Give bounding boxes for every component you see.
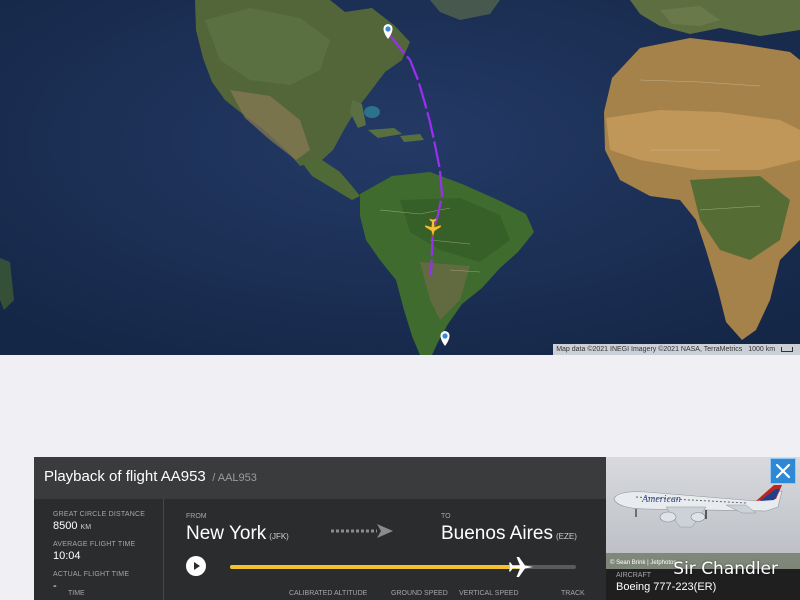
playback-progress: [230, 565, 521, 569]
close-button[interactable]: [770, 458, 796, 484]
aircraft-livery-text: American: [641, 494, 681, 505]
from-label: FROM: [186, 513, 207, 520]
aircraft-label: AIRCRAFT: [616, 572, 651, 579]
play-button[interactable]: [186, 556, 206, 576]
aircraft-type[interactable]: Boeing 777-223(ER): [616, 581, 716, 593]
panel-body: GREAT CIRCLE DISTANCE 8500 KM AVERAGE FL…: [34, 499, 606, 600]
distance-label: GREAT CIRCLE DISTANCE: [53, 511, 146, 518]
photo-credit: © Sean Brink | Jetphotos: [610, 560, 677, 566]
actual-time-label: ACTUAL FLIGHT TIME: [53, 571, 130, 578]
origin-city-name: New York: [186, 523, 267, 544]
avg-time-value: 10:04: [53, 550, 81, 562]
route-section: FROM New York (JFK) TO Buenos Aires (EZE) …: [68, 499, 586, 600]
callsign: / AAL953: [212, 472, 257, 484]
destination-city-name: Buenos Aires: [441, 523, 553, 544]
to-label: TO: [441, 513, 451, 520]
route-arrow-icon: [331, 524, 393, 538]
playback-panel: Playback of flight AA953 / AAL953 GREAT …: [34, 457, 800, 600]
column-time: TIME: [68, 590, 85, 597]
column-altitude: CALIBRATED ALTITUDE: [289, 590, 368, 597]
column-ground-speed: GROUND SPEED: [391, 590, 448, 597]
playback-handle-plane-icon[interactable]: [508, 556, 534, 578]
column-vertical-speed: VERTICAL SPEED: [459, 590, 519, 597]
attribution-text: Map data ©2021 INEGI Imagery ©2021 NASA,…: [556, 346, 743, 353]
map-attribution: Map data ©2021 INEGI Imagery ©2021 NASA,…: [553, 344, 800, 355]
watermark-text: Sir Chandler: [673, 559, 778, 579]
distance-unit: KM: [80, 524, 92, 531]
flight-map[interactable]: Map data ©2021 INEGI Imagery ©2021 NASA,…: [0, 0, 800, 355]
avg-time-label: AVERAGE FLIGHT TIME: [53, 541, 136, 548]
map-imagery: [0, 0, 800, 355]
destination-city[interactable]: Buenos Aires (EZE): [441, 523, 577, 545]
scale-label: 1000 km: [748, 346, 776, 353]
aircraft-section: American © Sean Brink | Jetphotos Sir Ch…: [606, 457, 800, 600]
playback-slider[interactable]: [230, 557, 576, 577]
panel-title: Playback of flight AA953: [44, 468, 206, 485]
panel-header: Playback of flight AA953 / AAL953: [34, 457, 606, 499]
distance-number: 8500: [53, 520, 78, 532]
destination-code: (EZE): [555, 532, 577, 541]
origin-city[interactable]: New York (JFK): [186, 523, 289, 545]
close-icon: [775, 463, 791, 479]
column-track: TRACK: [561, 590, 585, 597]
origin-code: (JFK): [269, 532, 289, 541]
scale-bar: [781, 346, 793, 352]
distance-value: 8500 KM: [53, 520, 163, 532]
flight-stats: GREAT CIRCLE DISTANCE 8500 KM AVERAGE FL…: [34, 499, 164, 600]
